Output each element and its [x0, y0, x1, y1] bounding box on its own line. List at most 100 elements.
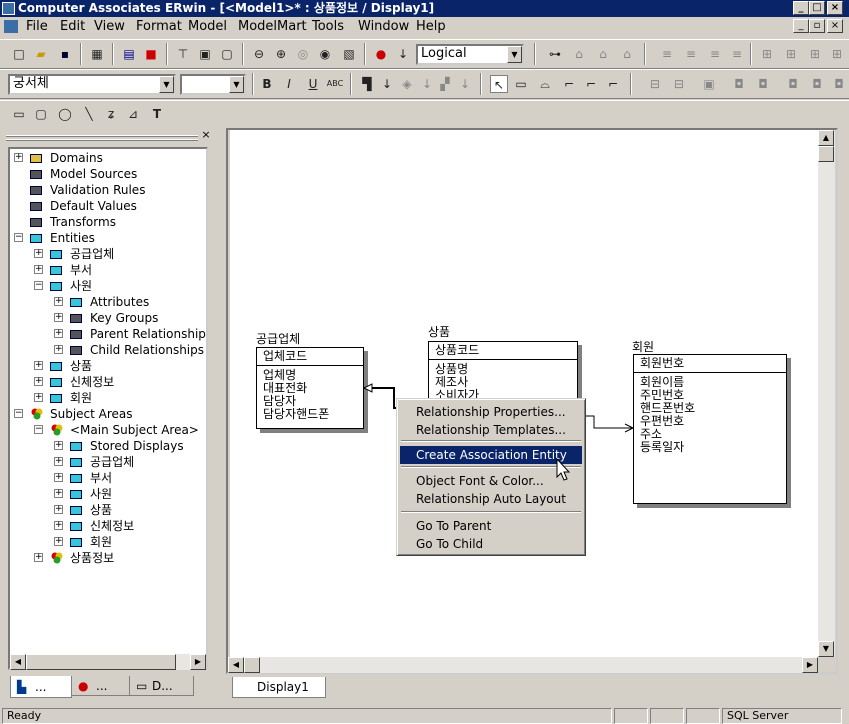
font-color-icon[interactable]: ▜ [358, 75, 376, 93]
tab-display1[interactable]: Display1 [232, 677, 326, 698]
mart4-icon[interactable]: ◘ [808, 75, 826, 93]
doc-minimize-button[interactable]: _ [793, 19, 809, 33]
maximize-button[interactable]: □ [809, 1, 825, 15]
save-icon[interactable]: ▪ [56, 45, 74, 63]
menu-file[interactable]: File [26, 19, 48, 34]
collapse-icon[interactable]: − [34, 425, 43, 434]
lock-icon[interactable]: ▣ [700, 75, 718, 93]
tree-item[interactable]: − <Main Subject Area> [10, 422, 206, 438]
tab-subject-area[interactable]: ● ... [72, 676, 130, 696]
subject-area-tool-icon[interactable]: ● [372, 45, 390, 63]
italic-button[interactable]: I [280, 75, 298, 93]
tree-item[interactable]: + Key Groups [10, 310, 206, 326]
entity-draw-icon[interactable]: ▭ [512, 75, 530, 93]
report-icon[interactable]: ▤ [120, 45, 138, 63]
expand-icon[interactable]: + [34, 361, 43, 370]
menu-model[interactable]: Model [188, 19, 227, 34]
strikethrough-button[interactable]: ABC [326, 75, 344, 93]
zoom-fit-icon[interactable]: ◎ [294, 45, 312, 63]
expand-icon[interactable]: + [54, 521, 63, 530]
align2-icon[interactable]: ≡ [682, 45, 700, 63]
down-arrow-icon[interactable]: ↓ [378, 75, 396, 93]
chevron-down-icon[interactable]: ▼ [159, 76, 174, 93]
expand-icon[interactable]: + [34, 265, 43, 274]
mart5-icon[interactable]: ◘ [830, 75, 848, 93]
context-menu-item[interactable]: Relationship Auto Layout [400, 490, 582, 508]
expand-icon[interactable]: + [54, 489, 63, 498]
tree-item[interactable]: Default Values [10, 198, 206, 214]
tree-hscrollbar[interactable]: ◀ ▶ [10, 654, 206, 670]
line-color-icon[interactable]: ▞ [436, 75, 454, 93]
down-arrow-icon[interactable]: ↓ [394, 45, 412, 63]
context-menu-item[interactable]: Relationship Templates... [400, 421, 582, 439]
color-icon[interactable]: ■ [142, 45, 160, 63]
tree-item[interactable]: + 부서 [10, 470, 206, 486]
collapse-icon[interactable]: − [14, 233, 23, 242]
tree-item[interactable]: + 공급업체 [10, 454, 206, 470]
tree-item[interactable]: + 신체정보 [10, 374, 206, 390]
canvas-vscrollbar[interactable]: ▲ ▼ [818, 130, 835, 657]
scroll-right-icon[interactable]: ▶ [190, 654, 206, 670]
context-menu-item[interactable]: Go To Parent [400, 517, 582, 535]
tree-item[interactable]: + 상품 [10, 358, 206, 374]
ellipse-tool-icon[interactable]: ◯ [56, 105, 74, 123]
tree-item[interactable]: + Parent Relationships [10, 326, 206, 342]
expand-icon[interactable]: + [54, 345, 63, 354]
layout-icon[interactable]: ⊞ [758, 45, 776, 63]
layout4-icon[interactable]: ⊞ [828, 45, 846, 63]
scroll-up-icon[interactable]: ▲ [818, 130, 834, 146]
many-to-many-icon[interactable]: ⌐ [582, 75, 600, 93]
font-name-select[interactable]: 궁서체 ▼ [8, 74, 176, 95]
display-icon[interactable]: ▣ [196, 45, 214, 63]
minimize-button[interactable]: _ [793, 1, 809, 15]
tree-item[interactable]: Validation Rules [10, 182, 206, 198]
print-icon[interactable]: ▦ [88, 45, 106, 63]
line-tool-icon[interactable]: ╲ [80, 105, 98, 123]
down-arrow-icon[interactable]: ↓ [456, 75, 474, 93]
tree2-icon[interactable]: ⌂ [594, 45, 612, 63]
hscroll-thumb[interactable] [244, 657, 260, 673]
polygon-tool-icon[interactable]: ⊿ [124, 105, 142, 123]
align-icon[interactable]: ≡ [658, 45, 676, 63]
tree-item[interactable]: − Entities [10, 230, 206, 246]
document-icon[interactable] [4, 20, 18, 33]
context-menu-item[interactable]: Relationship Properties... [400, 403, 582, 421]
tree-item[interactable]: + 상품정보 [10, 550, 206, 566]
new-icon[interactable]: □ [10, 45, 28, 63]
expand-icon[interactable]: + [54, 505, 63, 514]
tree-item[interactable]: + Stored Displays [10, 438, 206, 454]
select-pointer-icon[interactable]: ↖ [490, 75, 508, 93]
align3-icon[interactable]: ≡ [706, 45, 724, 63]
chevron-down-icon[interactable]: ▼ [229, 76, 244, 93]
rectangle-tool-icon[interactable]: ▭ [10, 105, 28, 123]
scroll-right-icon[interactable]: ▶ [802, 657, 818, 673]
expand-icon[interactable]: + [54, 313, 63, 322]
expand-icon[interactable]: + [54, 457, 63, 466]
down-arrow-icon[interactable]: ↓ [418, 75, 436, 93]
layout2-icon[interactable]: ⊞ [782, 45, 800, 63]
expand-icon[interactable]: + [34, 393, 43, 402]
tree-item[interactable]: − 사원 [10, 278, 206, 294]
context-menu-item[interactable]: Go To Child [400, 535, 582, 553]
chevron-down-icon[interactable]: ▼ [507, 46, 522, 63]
context-menu-item[interactable]: Object Font & Color... [400, 472, 582, 490]
tree-item[interactable]: + 공급업체 [10, 246, 206, 262]
tree-item[interactable]: Transforms [10, 214, 206, 230]
text-icon[interactable]: ▢ [218, 45, 236, 63]
expand-icon[interactable]: + [34, 553, 43, 562]
zoom-in-icon[interactable]: ⊕ [272, 45, 290, 63]
relationship-icon[interactable]: ⊶ [546, 45, 564, 63]
layout3-icon[interactable]: ⊞ [806, 45, 824, 63]
bold-button[interactable]: B [258, 75, 276, 93]
mart-icon[interactable]: ◘ [730, 75, 748, 93]
tree-item[interactable]: + Domains [10, 150, 206, 166]
identifying-rel-icon[interactable]: ⌐ [560, 75, 578, 93]
rounded-rect-tool-icon[interactable]: ▢ [32, 105, 50, 123]
vscroll-thumb[interactable] [818, 146, 834, 162]
canvas-hscrollbar[interactable]: ◀ ▶ [228, 657, 818, 673]
collapse-icon[interactable]: − [34, 281, 43, 290]
tab-display[interactable]: ▭ D... [130, 676, 194, 696]
scroll-down-icon[interactable]: ▼ [818, 641, 834, 657]
tree-item[interactable]: + 상품 [10, 502, 206, 518]
expand-icon[interactable]: + [34, 377, 43, 386]
